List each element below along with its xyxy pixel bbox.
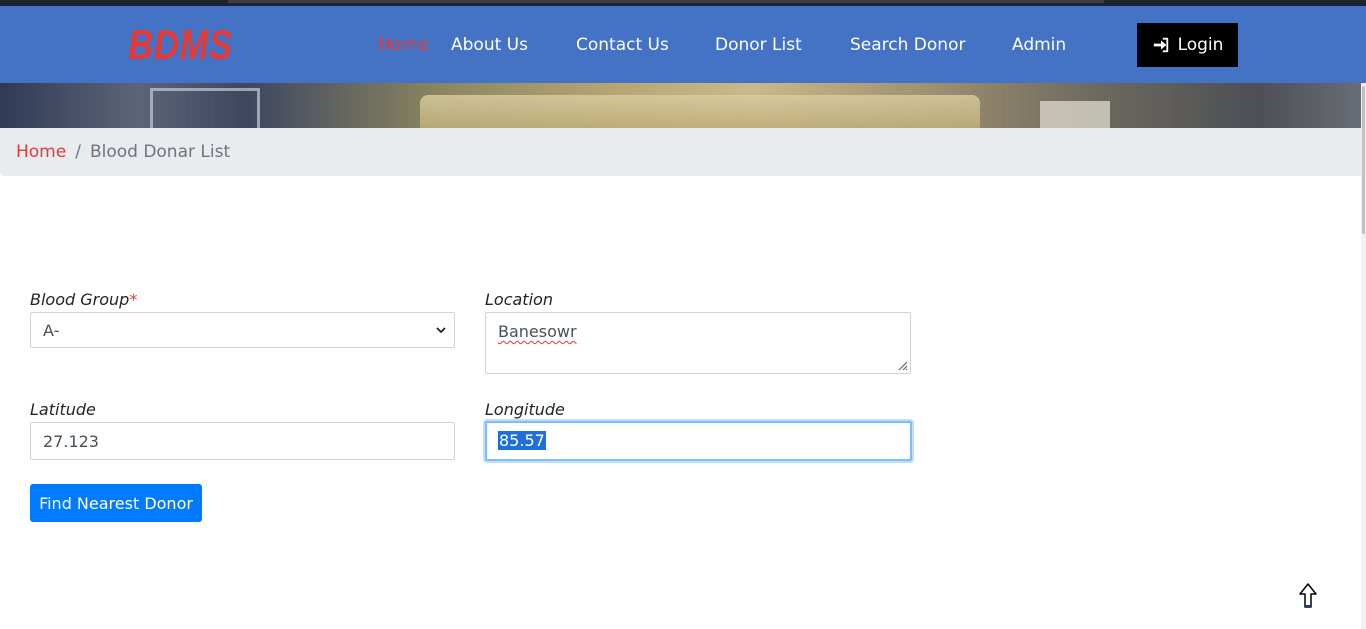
login-label: Login xyxy=(1177,35,1224,55)
latitude-label: Latitude xyxy=(30,400,96,419)
location-value: Banesowr xyxy=(498,322,577,341)
nav-search-donor[interactable]: Search Donor xyxy=(850,34,965,56)
navbar: BDMS Home About Us Contact Us Donor List… xyxy=(0,6,1366,83)
nav-donor-list[interactable]: Donor List xyxy=(715,34,802,56)
latitude-value: 27.123 xyxy=(43,432,99,451)
find-nearest-donor-button[interactable]: Find Nearest Donor xyxy=(30,484,202,522)
breadcrumb-home[interactable]: Home xyxy=(16,142,66,162)
location-textarea[interactable]: Banesowr xyxy=(485,312,911,374)
breadcrumb-current: Blood Donar List xyxy=(89,142,231,162)
nav-contact-us[interactable]: Contact Us xyxy=(576,34,669,56)
longitude-value-selected: 85.57 xyxy=(498,431,546,450)
mouse-cursor-up-arrow-icon xyxy=(1299,583,1317,608)
blood-group-select[interactable]: A- xyxy=(30,312,455,348)
chevron-down-icon xyxy=(436,327,446,334)
brand-logo[interactable]: BDMS xyxy=(128,23,233,67)
longitude-label: Longitude xyxy=(485,400,565,419)
longitude-input[interactable]: 85.57 xyxy=(485,421,912,461)
breadcrumb: Home / Blood Donar List xyxy=(0,128,1366,176)
login-button[interactable]: Login xyxy=(1137,23,1238,67)
hero-banner-image xyxy=(0,83,1366,128)
required-mark: * xyxy=(129,290,138,309)
nav-about-us[interactable]: About Us xyxy=(451,34,528,56)
scrollbar-thumb[interactable] xyxy=(1362,86,1365,234)
sign-in-icon xyxy=(1153,37,1168,53)
latitude-input[interactable]: 27.123 xyxy=(30,422,455,460)
nav-home[interactable]: Home xyxy=(378,34,428,56)
blood-group-label: Blood Group* xyxy=(30,290,138,309)
nav-admin[interactable]: Admin xyxy=(1012,34,1066,56)
resize-grip-icon[interactable] xyxy=(896,359,908,371)
breadcrumb-separator: / xyxy=(75,142,81,162)
location-label: Location xyxy=(485,290,553,309)
blood-group-value: A- xyxy=(43,321,60,340)
